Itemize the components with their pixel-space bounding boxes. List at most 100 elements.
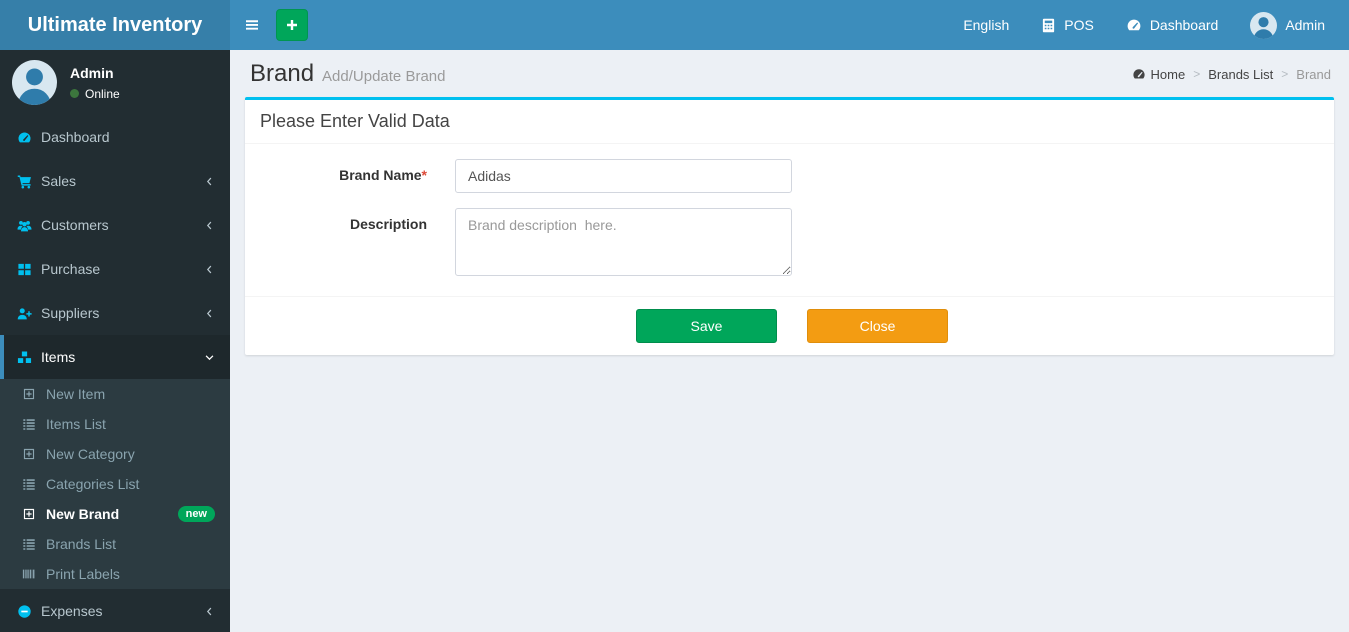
top-navbar: English POS Dashboard Admin — [230, 0, 1349, 50]
sidebar-item-dashboard[interactable]: Dashboard — [0, 115, 230, 159]
description-control — [455, 208, 792, 281]
sidebar-avatar — [12, 60, 57, 105]
chevron-down-icon — [205, 354, 214, 360]
navbar-right-menu: English POS Dashboard Admin — [947, 0, 1349, 50]
nav-dashboard[interactable]: Dashboard — [1110, 0, 1235, 50]
app-title: Ultimate Inventory — [27, 13, 203, 36]
description-label-text: Description — [349, 216, 427, 232]
sidebar-item-purchase[interactable]: Purchase — [0, 247, 230, 291]
sidebar-menu: Dashboard Sales Customers Purchase Suppl… — [0, 115, 230, 632]
description-textarea[interactable] — [455, 208, 792, 276]
nav-pos[interactable]: POS — [1025, 0, 1110, 50]
sidebar-item-expenses[interactable]: Expenses — [0, 589, 230, 632]
required-asterisk: * — [421, 167, 427, 183]
sidebar-item-new-category[interactable]: New Category — [0, 439, 230, 469]
brand-name-label-text: Brand Name — [339, 167, 422, 183]
sidebar-item-label: Purchase — [41, 261, 101, 277]
brand-name-control — [455, 159, 792, 193]
panel-footer: Save Close — [245, 296, 1334, 355]
sidebar-toggle-button[interactable] — [230, 0, 274, 50]
breadcrumb: Home > Brands List > Brand — [1132, 67, 1331, 82]
calculator-icon — [1043, 18, 1055, 32]
online-status-label: Online — [85, 86, 120, 101]
panel-body: Brand Name* Description — [245, 144, 1334, 296]
chevron-left-icon — [206, 265, 212, 273]
page-title-text: Brand — [250, 60, 315, 87]
sidebar-item-label: Dashboard — [41, 129, 110, 145]
content-header: Brand Add/Update Brand Home > Brands List… — [245, 50, 1334, 97]
close-button[interactable]: Close — [807, 309, 948, 343]
panel-title: Please Enter Valid Data — [245, 100, 1334, 144]
description-row: Description — [260, 208, 1319, 281]
brand-name-label: Brand Name* — [260, 159, 455, 193]
content-wrapper: Brand Add/Update Brand Home > Brands List… — [230, 50, 1349, 632]
sidebar-item-label: Expenses — [41, 603, 103, 619]
home-icon — [1132, 69, 1145, 79]
hamburger-icon — [246, 20, 258, 30]
breadcrumb-brands-list-label: Brands List — [1208, 66, 1274, 82]
app-logo[interactable]: Ultimate Inventory — [0, 0, 230, 50]
sidebar-user-name: Admin — [70, 64, 114, 81]
plus-square-icon — [23, 508, 35, 520]
dashboard-icon — [1127, 19, 1141, 31]
sidebar-item-new-brand[interactable]: New Brand new — [0, 499, 230, 529]
sidebar-item-categories-list[interactable]: Categories List — [0, 469, 230, 499]
person-icon — [18, 68, 51, 105]
breadcrumb-separator: > — [1193, 67, 1201, 81]
online-status-dot — [70, 89, 79, 98]
main-header: Ultimate Inventory English POS Dashboard — [0, 0, 1349, 50]
breadcrumb-current: Brand — [1296, 66, 1331, 82]
breadcrumb-home[interactable]: Home — [1132, 67, 1185, 82]
sidebar-item-label: Items List — [46, 416, 106, 432]
breadcrumb-brands-list[interactable]: Brands List — [1208, 67, 1273, 82]
sidebar: Admin Online Dashboard Sales Customers P… — [0, 50, 230, 632]
users-icon — [17, 220, 32, 231]
user-plus-icon — [17, 307, 32, 319]
sidebar-item-label: Categories List — [46, 476, 140, 492]
cubes-icon — [17, 351, 32, 363]
person-icon — [1254, 16, 1274, 39]
nav-language-label: English — [963, 17, 1010, 33]
chevron-left-icon — [206, 177, 212, 185]
brand-name-input[interactable] — [455, 159, 792, 193]
page-title: Brand Add/Update Brand — [250, 60, 445, 88]
sidebar-item-customers[interactable]: Customers — [0, 203, 230, 247]
minus-circle-icon — [18, 604, 31, 618]
sidebar-item-brands-list[interactable]: Brands List — [0, 529, 230, 559]
page-subtitle: Add/Update Brand — [322, 68, 446, 85]
nav-language[interactable]: English — [947, 0, 1025, 50]
brand-form-panel: Please Enter Valid Data Brand Name* Desc… — [245, 97, 1334, 355]
sidebar-item-label: Customers — [41, 217, 109, 233]
nav-user-label: Admin — [1285, 17, 1325, 33]
sidebar-item-items-list[interactable]: Items List — [0, 409, 230, 439]
breadcrumb-separator: > — [1281, 67, 1289, 81]
sidebar-item-print-labels[interactable]: Print Labels — [0, 559, 230, 589]
list-icon — [23, 539, 35, 550]
sidebar-item-label: New Category — [46, 446, 135, 462]
nav-dashboard-label: Dashboard — [1149, 17, 1219, 33]
nav-pos-label: POS — [1064, 17, 1094, 33]
sidebar-item-new-item[interactable]: New Item — [0, 379, 230, 409]
sidebar-item-label: New Item — [46, 386, 106, 402]
sidebar-item-suppliers[interactable]: Suppliers — [0, 291, 230, 335]
sidebar-item-sales[interactable]: Sales — [0, 159, 230, 203]
cart-icon — [17, 175, 31, 188]
chevron-left-icon — [206, 607, 212, 615]
nav-user-menu[interactable]: Admin — [1234, 0, 1341, 50]
sidebar-user-status[interactable]: Online — [70, 87, 120, 101]
items-submenu: New Item Items List New Category Categor… — [0, 379, 230, 589]
sidebar-item-label: Print Labels — [46, 566, 120, 582]
quick-add-button[interactable] — [276, 9, 308, 41]
save-button[interactable]: Save — [636, 309, 777, 343]
sidebar-item-label: New Brand — [46, 506, 120, 522]
sidebar-item-items[interactable]: Items — [0, 335, 230, 379]
brand-name-row: Brand Name* — [260, 159, 1319, 193]
plus-icon — [287, 20, 297, 30]
sidebar-item-label: Items — [41, 349, 76, 365]
chevron-left-icon — [206, 221, 212, 229]
grid-icon — [18, 263, 31, 275]
sidebar-item-label: Brands List — [46, 536, 117, 552]
sidebar-item-label: Sales — [41, 173, 77, 189]
plus-square-icon — [23, 448, 35, 460]
chevron-left-icon — [206, 309, 212, 317]
